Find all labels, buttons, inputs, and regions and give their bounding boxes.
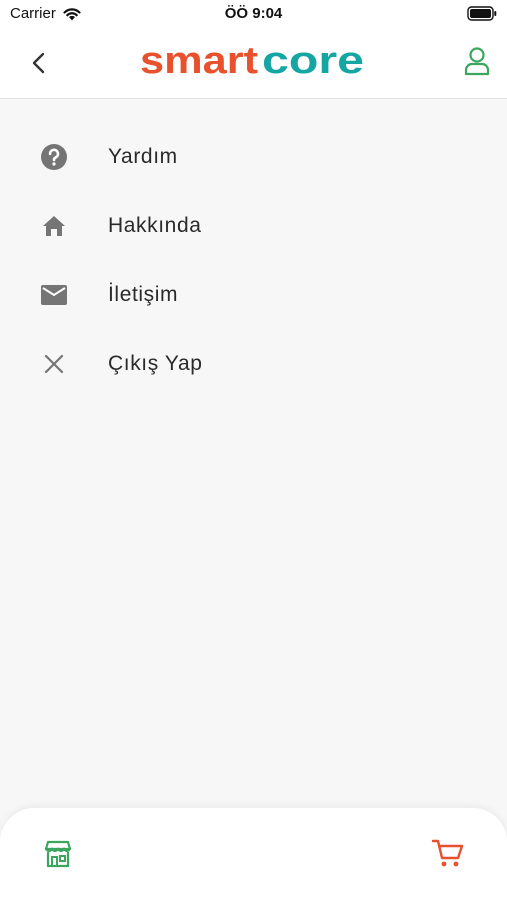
logo-text-core: core xyxy=(262,41,364,81)
menu-item-about[interactable]: Hakkında xyxy=(0,191,507,260)
menu-label-contact: İletişim xyxy=(108,282,179,306)
bottom-tab-bar xyxy=(0,808,507,900)
home-icon xyxy=(39,211,69,241)
user-profile-icon[interactable] xyxy=(463,46,491,76)
menu-item-contact[interactable]: İletişim xyxy=(0,260,507,329)
menu-label-about: Hakkında xyxy=(108,213,202,237)
status-time: ÖÖ 9:04 xyxy=(224,5,283,22)
status-bar: Carrier ÖÖ 9:04 xyxy=(0,0,507,28)
close-icon xyxy=(39,349,69,379)
side-menu-list: Yardım Hakkında İletişim Çıkış Yap xyxy=(0,122,507,398)
menu-item-help[interactable]: Yardım xyxy=(0,122,507,191)
mail-icon xyxy=(39,280,69,310)
logo-text-smart: smart xyxy=(140,41,258,81)
smartcore-logo: smart core xyxy=(140,41,364,81)
top-navigation-bar: smart core xyxy=(0,28,507,99)
store-icon[interactable] xyxy=(42,838,74,870)
menu-label-logout: Çıkış Yap xyxy=(108,351,203,375)
help-icon xyxy=(39,142,69,172)
shopping-cart-icon[interactable] xyxy=(431,836,465,870)
back-arrow-icon[interactable] xyxy=(26,48,52,78)
battery-icon xyxy=(467,6,497,21)
menu-label-help: Yardım xyxy=(108,144,178,168)
menu-item-logout[interactable]: Çıkış Yap xyxy=(0,329,507,398)
